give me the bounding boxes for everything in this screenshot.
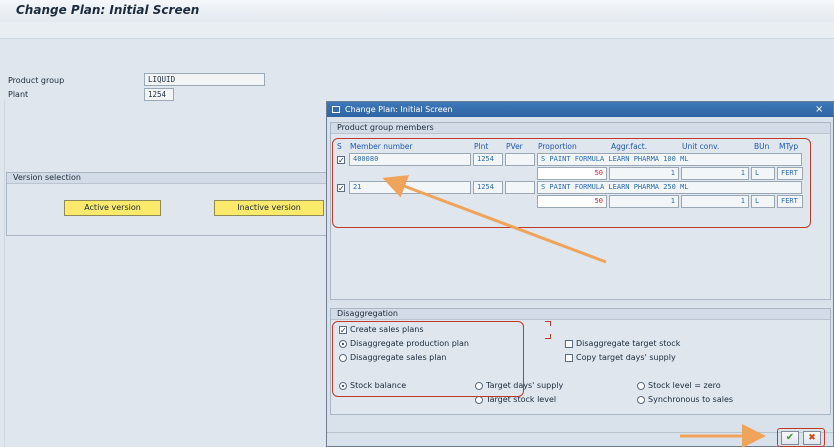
arrow-to-members-icon [382,175,607,264]
annotation-arrows [382,175,766,447]
